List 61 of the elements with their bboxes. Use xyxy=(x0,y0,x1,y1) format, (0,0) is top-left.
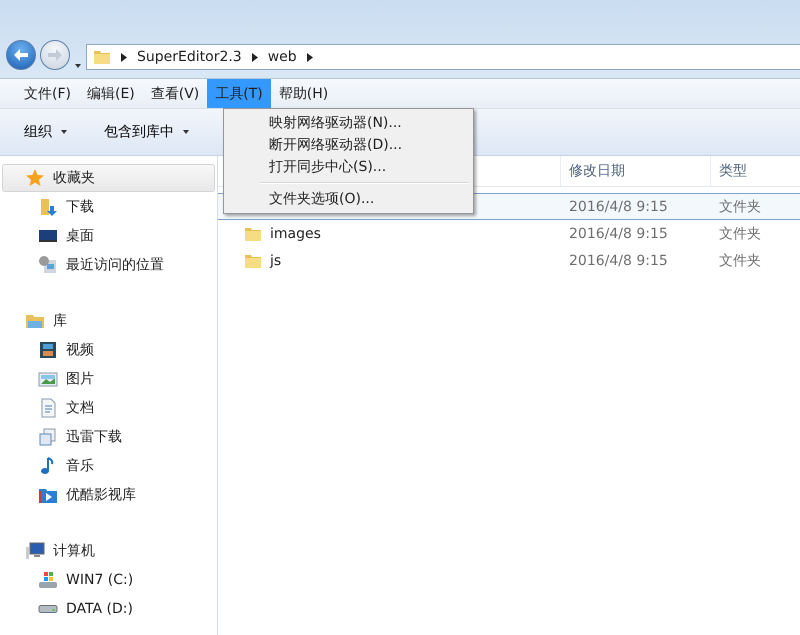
folder-icon xyxy=(93,48,111,66)
menu-item[interactable]: 查看(V) xyxy=(142,79,208,108)
library-documents-icon xyxy=(38,426,58,446)
sidebar-group[interactable]: 收藏夹 xyxy=(2,164,215,192)
date-cell-text: 2016/4/8 9:15 xyxy=(568,226,669,242)
computer-icon xyxy=(25,541,45,561)
address-bar[interactable]: SuperEditor2.3 web xyxy=(86,44,800,70)
menu-item[interactable]: 编辑(E) xyxy=(78,79,143,108)
toolbar-button[interactable]: 组织 xyxy=(24,119,68,145)
file-row[interactable]: js 2016/4/8 9:15 文件夹 xyxy=(218,247,800,274)
menu-item[interactable]: 帮助(H) xyxy=(270,79,336,108)
menu-option[interactable]: 断开网络驱动器(D)... xyxy=(226,134,471,156)
download-folder-icon xyxy=(38,196,58,216)
sidebar-item[interactable]: 音乐 xyxy=(66,456,94,474)
column-header[interactable]: 修改日期 xyxy=(560,156,710,186)
date-cell-text: 2016/4/8 9:15 xyxy=(568,198,669,214)
breadcrumb-arrow-icon[interactable] xyxy=(306,52,313,62)
type-cell-text: 文件夹 xyxy=(718,198,762,216)
sidebar-item[interactable]: 文档 xyxy=(66,398,94,416)
group-label: 计算机 xyxy=(53,542,95,560)
system-drive-icon xyxy=(38,570,58,590)
forward-arrow-icon xyxy=(47,48,63,62)
group-label: 库 xyxy=(53,312,67,330)
sidebar-item[interactable]: 最近访问的位置 xyxy=(66,256,164,274)
film-icon xyxy=(38,340,58,360)
group-label: 收藏夹 xyxy=(53,169,95,187)
sidebar-item[interactable]: WIN7 (C:) xyxy=(66,572,134,588)
sidebar-item[interactable]: 优酷影视库 xyxy=(66,486,136,504)
sidebar-item[interactable]: 迅雷下载 xyxy=(66,428,122,446)
menu-item[interactable]: 工具(T) xyxy=(207,79,271,108)
type-cell-text: 文件夹 xyxy=(718,252,762,270)
back-button[interactable] xyxy=(6,40,36,70)
back-arrow-icon xyxy=(13,48,29,62)
file-row[interactable]: images 2016/4/8 9:15 文件夹 xyxy=(218,220,800,247)
sidebar-group[interactable]: 库 xyxy=(2,307,215,335)
breadcrumb[interactable]: SuperEditor2.3 xyxy=(137,49,242,65)
drive-icon xyxy=(38,604,58,612)
caret-icon xyxy=(60,128,68,136)
sidebar-item[interactable]: 下载 xyxy=(66,198,94,216)
sidebar-group[interactable]: 计算机 xyxy=(2,537,215,565)
sidebar-item[interactable]: 桌面 xyxy=(66,226,94,244)
menu-item[interactable]: 文件(F) xyxy=(16,79,79,108)
sidebar-item[interactable]: DATA (D:) xyxy=(66,600,133,616)
history-dropdown-icon xyxy=(74,62,82,70)
sidebar-item[interactable]: 图片 xyxy=(66,370,94,388)
menu-option[interactable]: 打开同步中心(S)... xyxy=(226,156,471,178)
file-name: js xyxy=(270,252,282,268)
star-icon xyxy=(25,168,45,188)
type-cell-text: 文件夹 xyxy=(718,224,762,242)
breadcrumb[interactable]: web xyxy=(268,49,297,65)
breadcrumb-arrow-icon[interactable] xyxy=(121,52,127,62)
recent-places-icon xyxy=(38,254,58,274)
column-header[interactable]: 类型 xyxy=(710,156,800,186)
date-cell-text: 2016/4/8 9:15 xyxy=(568,252,669,268)
toolbar-button[interactable]: 包含到库中 xyxy=(104,119,190,145)
menu-option[interactable]: 映射网络驱动器(N)... xyxy=(226,112,471,134)
sidebar-item[interactable]: 视频 xyxy=(66,340,94,358)
file-name: images xyxy=(270,226,321,242)
forward-button[interactable] xyxy=(40,40,70,70)
caret-icon xyxy=(182,128,190,136)
breadcrumb-arrow-icon[interactable] xyxy=(252,52,258,62)
